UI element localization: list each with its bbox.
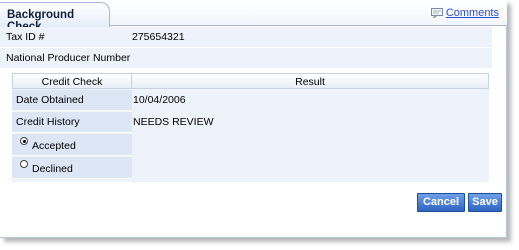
tab-background-check[interactable]: Background Check [0,2,110,33]
npn-row: National Producer Number [0,48,492,69]
credit-history-row: Credit History NEEDS REVIEW [12,112,489,133]
credit-check-table: Credit Check Result Date Obtained 10/04/… [12,73,489,182]
tax-id-label: Tax ID # [6,31,45,43]
tax-id-value: 275654321 [132,31,185,43]
comments-link[interactable]: Comments [446,7,499,19]
credit-check-header: Credit Check [12,73,132,89]
info-table: Tax ID # 275654321 National Producer Num… [0,27,492,69]
accepted-radio[interactable] [20,137,28,145]
cancel-button[interactable]: Cancel [417,193,465,212]
panel-header: Background Check Comments [0,0,507,33]
comments-link-group[interactable]: Comments [430,7,499,19]
date-obtained-row: Date Obtained 10/04/2006 [12,90,489,111]
credit-history-label: Credit History [16,116,80,128]
date-obtained-label: Date Obtained [16,94,84,106]
result-header: Result [132,73,489,89]
credit-history-value: NEEDS REVIEW [133,116,214,128]
save-button[interactable]: Save [468,193,502,212]
declined-option[interactable]: Declined [12,157,132,179]
background-check-panel: Background Check Comments Tax ID # 27565… [0,0,507,238]
npn-label: National Producer Number [6,52,131,64]
date-obtained-value: 10/04/2006 [133,94,186,106]
comment-icon [430,8,443,18]
accepted-label[interactable]: Accepted [32,140,76,152]
tax-id-row: Tax ID # 275654321 [0,27,492,48]
declined-radio[interactable] [20,160,28,168]
accepted-option[interactable]: Accepted [12,134,132,156]
declined-label[interactable]: Declined [32,163,73,175]
